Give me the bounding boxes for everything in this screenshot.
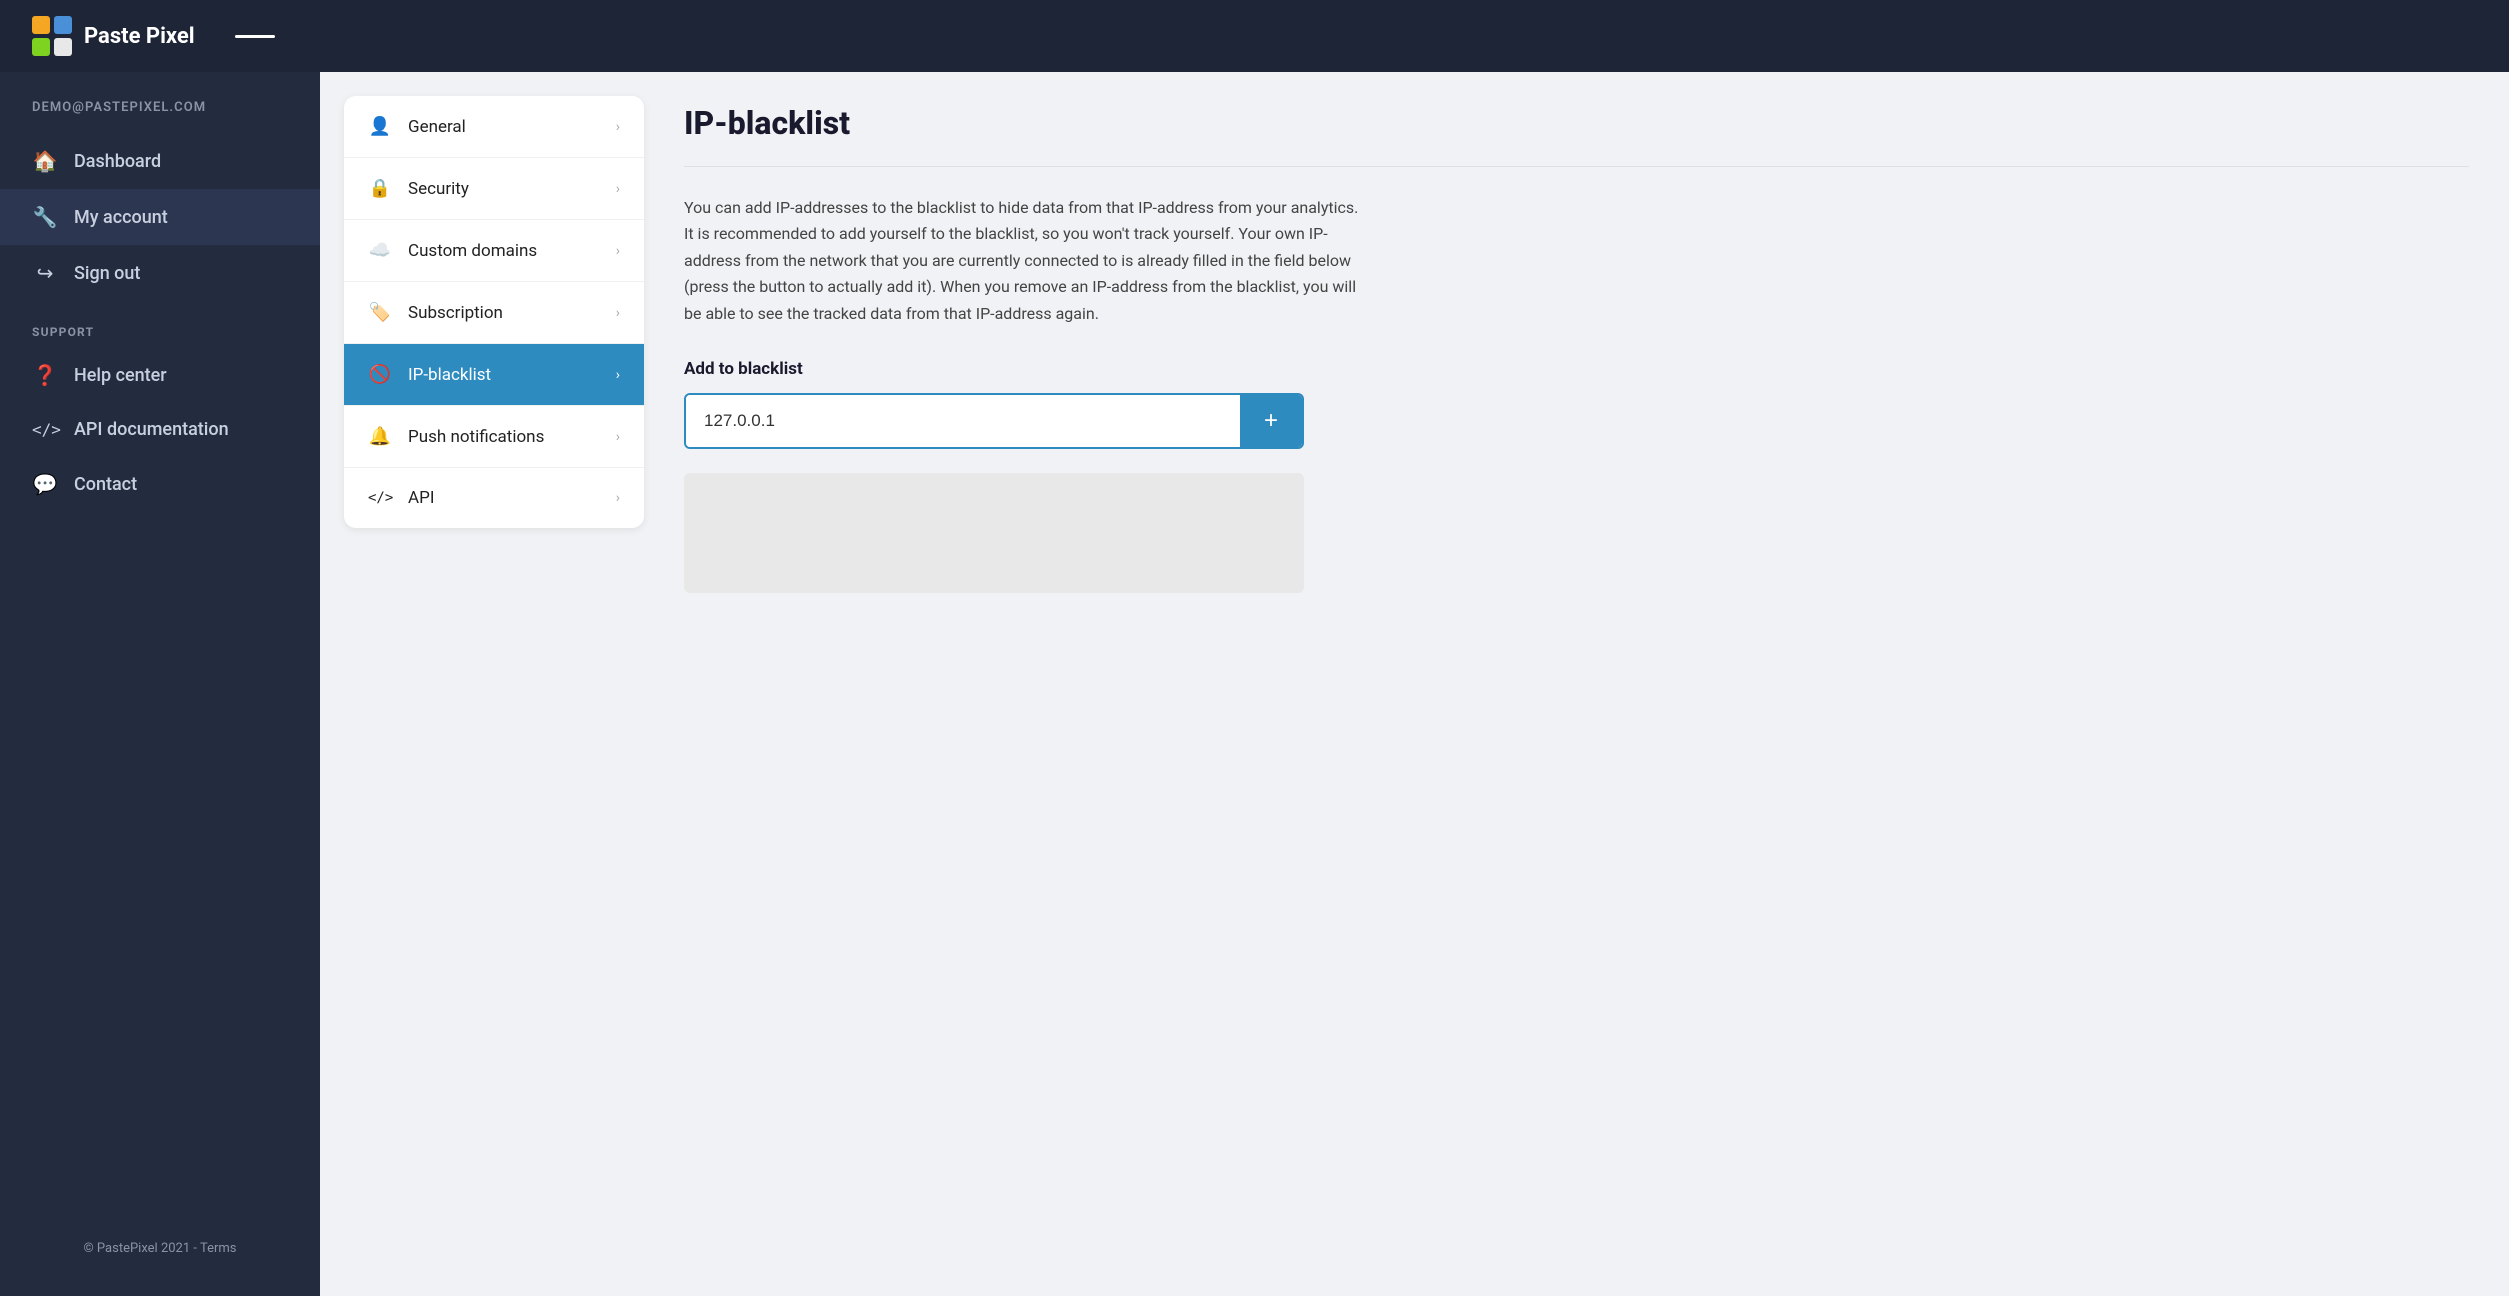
lock-icon: 🔒 — [368, 178, 392, 199]
settings-item-push-notifications[interactable]: 🔔 Push notifications › — [344, 406, 644, 468]
sidebar-item-api-docs[interactable]: </> API documentation — [0, 403, 320, 456]
chevron-right-icon: › — [616, 119, 620, 135]
sidebar-item-contact[interactable]: 💬 Contact — [0, 456, 320, 512]
add-blacklist-row: + — [684, 393, 1304, 449]
settings-api-label: API — [408, 488, 434, 508]
app-title: Paste Pixel — [84, 24, 195, 49]
main-content: IP-blacklist You can add IP-addresses to… — [644, 72, 2509, 1296]
bell-icon: 🔔 — [368, 426, 392, 447]
sidebar-item-help-center[interactable]: ❓ Help center — [0, 347, 320, 403]
chevron-right-icon: › — [616, 243, 620, 259]
topbar-divider — [235, 35, 275, 38]
main-layout: DEMO@PASTEPIXEL.COM 🏠 Dashboard 🔧 My acc… — [0, 72, 2509, 1296]
plus-icon: + — [1264, 407, 1278, 435]
settings-ip-blacklist-label: IP-blacklist — [408, 365, 491, 385]
help-icon: ❓ — [32, 363, 58, 387]
chat-icon: 💬 — [32, 472, 58, 496]
content-divider — [684, 166, 2469, 167]
settings-item-general[interactable]: 👤 General › — [344, 96, 644, 158]
code-icon: </> — [32, 420, 58, 439]
chevron-right-icon: › — [616, 367, 620, 383]
sidebar-item-sign-out[interactable]: ↪ Sign out — [0, 245, 320, 301]
logo: Paste Pixel — [32, 16, 195, 56]
blacklist-table-area — [684, 473, 1304, 593]
sidebar-item-my-account[interactable]: 🔧 My account — [0, 189, 320, 245]
settings-subscription-label: Subscription — [408, 303, 503, 323]
add-blacklist-label: Add to blacklist — [684, 359, 2469, 379]
settings-push-notifications-label: Push notifications — [408, 427, 544, 447]
settings-item-ip-blacklist[interactable]: 🚫 IP-blacklist › — [344, 344, 644, 406]
sidebar-item-dashboard[interactable]: 🏠 Dashboard — [0, 133, 320, 189]
ip-input[interactable] — [686, 395, 1240, 447]
content-area: 👤 General › 🔒 Security › ☁️ Custom domai… — [320, 72, 2509, 1296]
sidebar-user-email: DEMO@PASTEPIXEL.COM — [0, 100, 320, 133]
sidebar-signout-label: Sign out — [74, 263, 140, 284]
logo-icon — [32, 16, 72, 56]
settings-item-custom-domains[interactable]: ☁️ Custom domains › — [344, 220, 644, 282]
sidebar-contact-label: Contact — [74, 474, 137, 495]
person-icon: 👤 — [368, 116, 392, 137]
api-code-icon: </> — [368, 490, 392, 506]
wrench-icon: 🔧 — [32, 205, 58, 229]
settings-item-subscription[interactable]: 🏷️ Subscription › — [344, 282, 644, 344]
settings-general-label: General — [408, 117, 466, 137]
settings-custom-domains-label: Custom domains — [408, 241, 537, 261]
sidebar-dashboard-label: Dashboard — [74, 151, 161, 172]
support-section-label: SUPPORT — [0, 301, 320, 347]
page-title: IP-blacklist — [684, 104, 2469, 142]
chevron-right-icon: › — [616, 305, 620, 321]
settings-item-api[interactable]: </> API › — [344, 468, 644, 528]
tag-icon: 🏷️ — [368, 302, 392, 323]
sidebar-api-docs-label: API documentation — [74, 419, 229, 440]
sidebar-footer: © PastePixel 2021 - Terms — [0, 1221, 320, 1276]
home-icon: 🏠 — [32, 149, 58, 173]
sidebar-help-label: Help center — [74, 365, 167, 386]
chevron-right-icon: › — [616, 490, 620, 506]
sidebar-my-account-label: My account — [74, 207, 168, 228]
settings-panel: 👤 General › 🔒 Security › ☁️ Custom domai… — [344, 96, 644, 528]
block-icon: 🚫 — [368, 364, 392, 385]
sidebar: DEMO@PASTEPIXEL.COM 🏠 Dashboard 🔧 My acc… — [0, 72, 320, 1296]
cloud-icon: ☁️ — [368, 240, 392, 261]
signout-icon: ↪ — [32, 261, 58, 285]
settings-security-label: Security — [408, 179, 469, 199]
chevron-right-icon: › — [616, 181, 620, 197]
settings-item-security[interactable]: 🔒 Security › — [344, 158, 644, 220]
content-description: You can add IP-addresses to the blacklis… — [684, 195, 1364, 327]
chevron-right-icon: › — [616, 429, 620, 445]
topbar: Paste Pixel — [0, 0, 2509, 72]
add-blacklist-button[interactable]: + — [1240, 395, 1302, 447]
